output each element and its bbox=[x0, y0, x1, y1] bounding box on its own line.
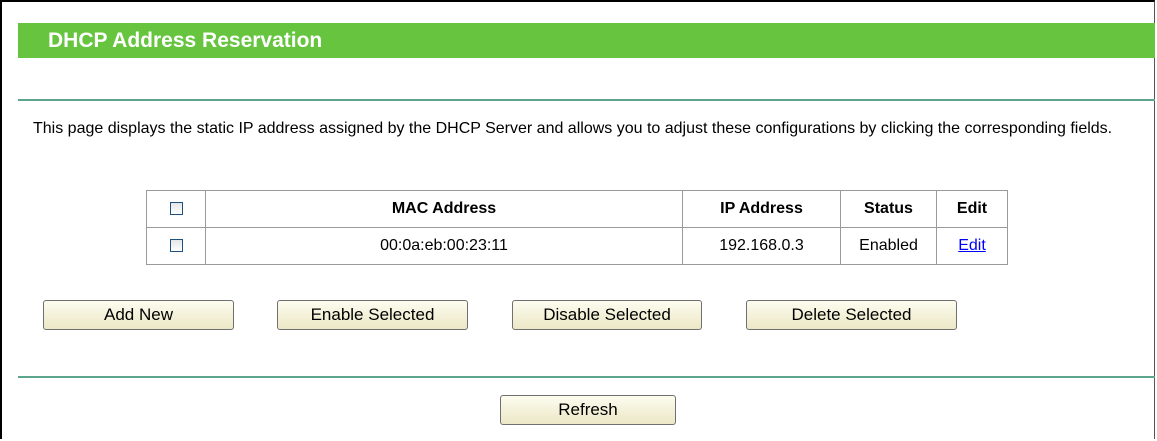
column-header-mac: MAC Address bbox=[205, 190, 683, 228]
row-select-cell bbox=[146, 227, 206, 265]
row-ip-address: 192.168.0.3 bbox=[682, 227, 841, 265]
row-edit-cell: Edit bbox=[936, 227, 1008, 265]
enable-selected-button[interactable]: Enable Selected bbox=[277, 300, 468, 330]
add-new-button[interactable]: Add New bbox=[43, 300, 234, 330]
column-header-ip: IP Address bbox=[682, 190, 841, 228]
edit-link[interactable]: Edit bbox=[958, 237, 986, 254]
delete-selected-button[interactable]: Delete Selected bbox=[746, 300, 957, 330]
page-title: DHCP Address Reservation bbox=[48, 29, 323, 52]
divider-top bbox=[18, 99, 1155, 101]
row-mac-address: 00:0a:eb:00:23:11 bbox=[205, 227, 683, 265]
refresh-button[interactable]: Refresh bbox=[500, 395, 676, 425]
title-bar: DHCP Address Reservation bbox=[18, 23, 1155, 58]
page-description: This page displays the static IP address… bbox=[33, 120, 1113, 137]
column-header-edit: Edit bbox=[936, 190, 1008, 228]
table-row: 00:0a:eb:00:23:11 192.168.0.3 Enabled Ed… bbox=[146, 227, 1008, 265]
column-header-status: Status bbox=[840, 190, 937, 228]
divider-bottom bbox=[18, 376, 1155, 378]
row-checkbox[interactable] bbox=[169, 239, 183, 253]
table-header-row: MAC Address IP Address Status Edit bbox=[146, 190, 1008, 228]
reservation-table: MAC Address IP Address Status Edit 00:0a… bbox=[146, 190, 1008, 265]
select-all-checkbox[interactable] bbox=[169, 202, 183, 216]
disable-selected-button[interactable]: Disable Selected bbox=[512, 300, 702, 330]
row-status: Enabled bbox=[840, 227, 937, 265]
select-all-cell bbox=[146, 190, 206, 228]
